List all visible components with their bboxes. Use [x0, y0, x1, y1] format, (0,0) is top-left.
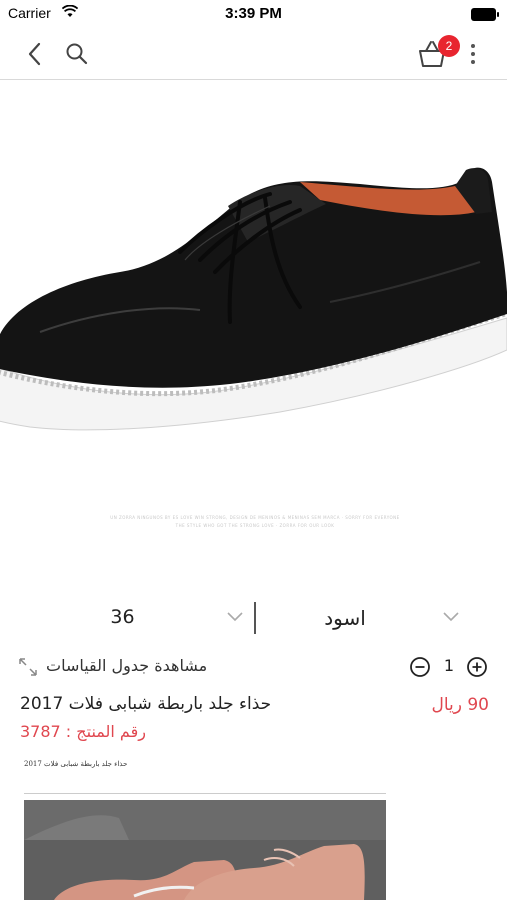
- clock-time: 3:39 PM: [225, 5, 282, 22]
- product-price: 90 ريال: [431, 695, 489, 715]
- variant-selectors: 36 اسود: [0, 598, 507, 638]
- quantity-value: 1: [443, 656, 455, 675]
- product-title: حذاء جلد باربطة شبابى فلات 2017: [20, 694, 272, 714]
- size-select[interactable]: 36: [100, 606, 145, 628]
- description-image: [24, 800, 386, 900]
- chevron-down-icon[interactable]: [442, 610, 460, 624]
- product-image[interactable]: [0, 82, 507, 582]
- plus-circle-icon[interactable]: [466, 656, 488, 678]
- size-chart-link[interactable]: مشاهدة جدول القياسات: [46, 656, 207, 675]
- chevron-down-icon[interactable]: [226, 610, 244, 624]
- color-select[interactable]: اسود: [300, 606, 390, 630]
- product-number: رقم المنتج : 3787: [20, 722, 146, 741]
- more-vertical-icon[interactable]: [466, 42, 480, 66]
- selector-divider: [254, 602, 256, 634]
- nav-bar: 2: [0, 28, 507, 80]
- size-chart-quantity-row: مشاهدة جدول القياسات 1: [0, 650, 507, 684]
- minus-circle-icon[interactable]: [409, 656, 431, 678]
- back-chevron-icon[interactable]: [22, 40, 48, 68]
- description-divider: [24, 793, 386, 794]
- product-description: حذاء جلد باربطة شبابى فلات 2017: [24, 760, 128, 768]
- image-caption: UN ZORRA NINGUNOS BY ES LOVE WIN STRONG,…: [110, 515, 400, 528]
- battery-icon: [471, 8, 499, 21]
- basket-count-badge: 2: [438, 35, 460, 57]
- expand-icon[interactable]: [17, 656, 39, 678]
- status-bar: Carrier 3:39 PM: [0, 0, 507, 28]
- search-icon[interactable]: [64, 41, 90, 67]
